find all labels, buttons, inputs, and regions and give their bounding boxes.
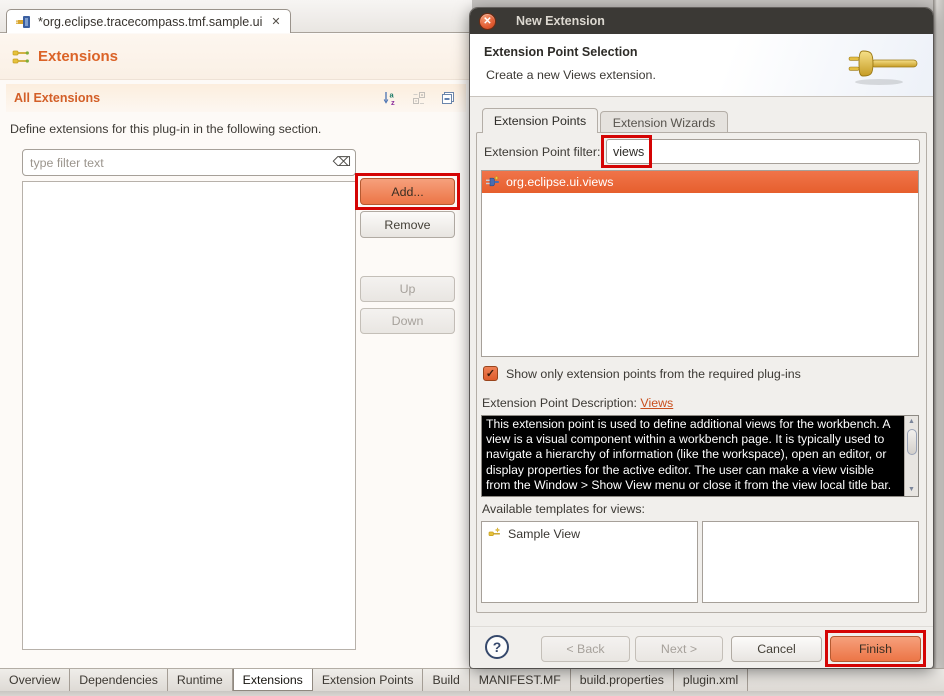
template-item-label: Sample View <box>508 527 580 541</box>
add-button[interactable]: Add... <box>360 178 455 205</box>
tab-close-icon[interactable]: ✕ <box>271 15 280 28</box>
templates-label: Available templates for views: <box>482 502 645 516</box>
help-button[interactable]: ? <box>485 635 509 659</box>
window-bottom-trim <box>0 691 944 696</box>
editor-page-tab-bar: Overview Dependencies Runtime Extensions… <box>0 668 944 696</box>
extension-point-list[interactable]: org.eclipse.ui.views <box>481 170 919 357</box>
template-preview-box <box>702 521 919 603</box>
scrollbar-thumb[interactable] <box>907 429 917 455</box>
description-box: This extension point is used to define a… <box>481 415 919 497</box>
extension-point-filter-input[interactable] <box>606 139 920 164</box>
dialog-title: New Extension <box>516 14 605 28</box>
plug-banner-icon <box>843 42 919 88</box>
dialog-separator <box>470 626 933 628</box>
tab-runtime[interactable]: Runtime <box>168 669 233 691</box>
views-link[interactable]: Views <box>640 396 673 410</box>
checkbox-checked-icon[interactable]: ✓ <box>483 366 498 381</box>
tab-extension-wizards-dialog[interactable]: Extension Wizards <box>600 111 728 133</box>
scroll-down-icon[interactable]: ▼ <box>908 485 915 495</box>
tab-overview[interactable]: Overview <box>0 669 70 691</box>
back-button[interactable]: < Back <box>541 636 630 662</box>
list-item-label: org.eclipse.ui.views <box>506 175 613 189</box>
new-extension-dialog: ✕ New Extension Extension Point Selectio… <box>470 8 933 668</box>
editor-tab[interactable]: *org.eclipse.tracecompass.tmf.sample.ui … <box>6 9 291 33</box>
checkbox-label: Show only extension points from the requ… <box>506 367 801 381</box>
extensions-filter-input[interactable] <box>22 149 356 176</box>
dialog-close-icon[interactable]: ✕ <box>479 13 496 30</box>
list-item-selected[interactable]: org.eclipse.ui.views <box>482 171 918 193</box>
tab-extension-points[interactable]: Extension Points <box>313 669 424 691</box>
tab-extension-points-dialog[interactable]: Extension Points <box>482 108 598 133</box>
section-title: All Extensions <box>14 91 100 105</box>
wizard-header-banner: Extension Point Selection Create a new V… <box>470 34 933 97</box>
svg-text:z: z <box>391 98 395 106</box>
description-label-row: Extension Point Description: Views <box>482 396 673 410</box>
screen: *org.eclipse.tracecompass.tmf.sample.ui … <box>0 0 944 696</box>
filter-field-wrap: ⌫ <box>22 149 356 176</box>
templates-list[interactable]: Sample View <box>481 521 698 603</box>
tab-manifest[interactable]: MANIFEST.MF <box>470 669 571 691</box>
extensions-page-icon <box>12 48 30 66</box>
tab-extensions[interactable]: Extensions <box>233 669 313 691</box>
description-scrollbar[interactable]: ▲ ▼ <box>904 416 918 496</box>
finish-button[interactable]: Finish <box>830 636 921 662</box>
tab-dependencies[interactable]: Dependencies <box>70 669 168 691</box>
tab-build-properties[interactable]: build.properties <box>571 669 674 691</box>
all-extensions-section-header: All Extensions a z <box>6 84 466 112</box>
cancel-button[interactable]: Cancel <box>731 636 822 662</box>
wizard-header-subtitle: Create a new Views extension. <box>486 68 656 82</box>
scroll-up-icon[interactable]: ▲ <box>908 417 915 427</box>
editor-tab-bar: *org.eclipse.tracecompass.tmf.sample.ui … <box>0 0 472 33</box>
expand-all-icon[interactable] <box>411 90 427 106</box>
tab-build[interactable]: Build <box>423 669 469 691</box>
template-item-sample-view[interactable]: Sample View <box>482 522 697 546</box>
collapse-all-icon[interactable] <box>440 90 456 106</box>
remove-button[interactable]: Remove <box>360 211 455 238</box>
editor-tab-title: *org.eclipse.tracecompass.tmf.sample.ui <box>38 15 262 29</box>
template-icon <box>488 527 502 541</box>
extension-point-icon <box>486 175 500 189</box>
dialog-titlebar[interactable]: ✕ New Extension <box>470 8 933 34</box>
extensions-tree[interactable] <box>22 181 356 650</box>
down-button[interactable]: Down <box>360 308 455 334</box>
page-title: Extensions <box>38 48 118 65</box>
section-description: Define extensions for this plug-in in th… <box>10 122 321 136</box>
form-heading: Extensions <box>0 34 472 80</box>
required-plugins-checkbox-row[interactable]: ✓ Show only extension points from the re… <box>483 366 801 381</box>
up-button[interactable]: Up <box>360 276 455 302</box>
wizard-header-title: Extension Point Selection <box>484 45 638 59</box>
editor-area: *org.eclipse.tracecompass.tmf.sample.ui … <box>0 0 472 668</box>
extension-point-filter-label: Extension Point filter: <box>484 145 600 159</box>
clear-filter-icon[interactable]: ⌫ <box>333 154 351 170</box>
description-label: Extension Point Description: <box>482 396 637 410</box>
description-text: This extension point is used to define a… <box>482 416 904 496</box>
sort-alphabetical-icon[interactable]: a z <box>382 90 398 106</box>
plugin-editor-icon <box>16 14 32 30</box>
window-right-trim <box>933 0 944 668</box>
next-button[interactable]: Next > <box>635 636 723 662</box>
tab-plugin-xml[interactable]: plugin.xml <box>674 669 748 691</box>
